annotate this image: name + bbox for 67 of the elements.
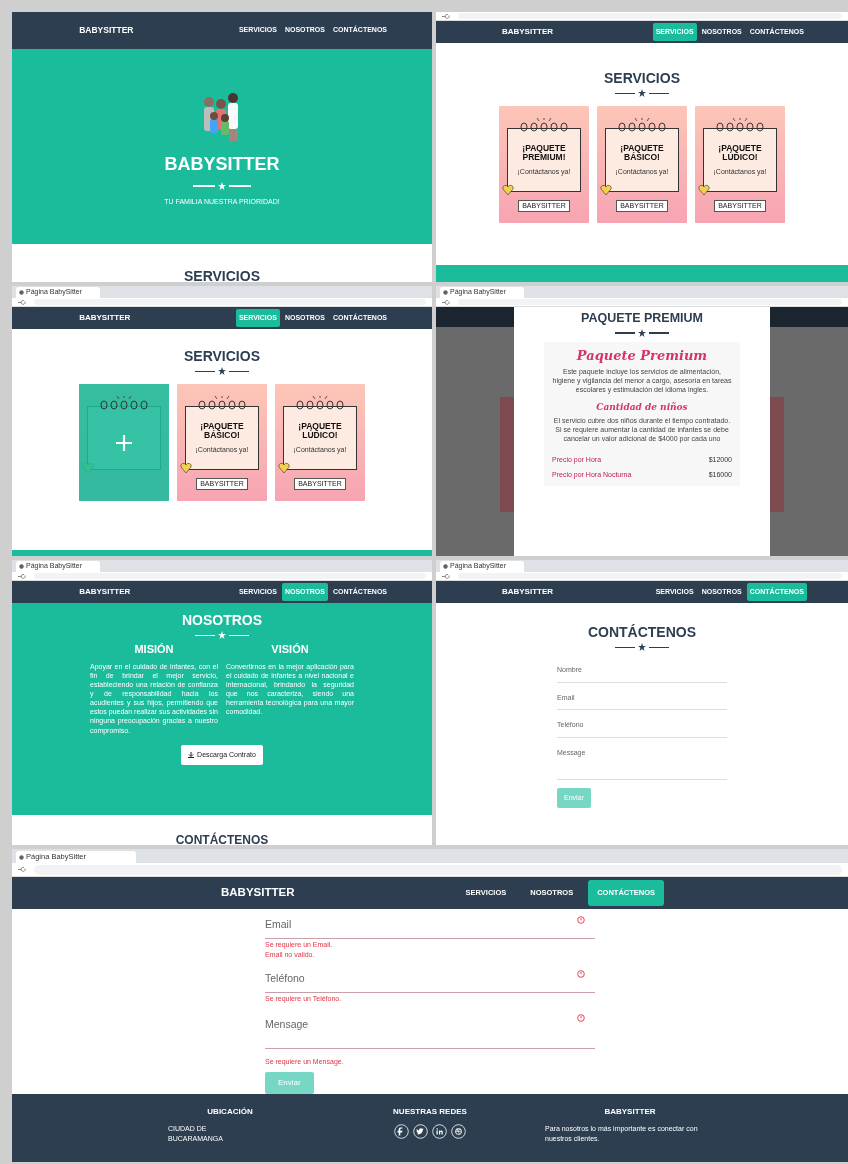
star-icon (638, 643, 646, 652)
spiral-rings-icon (195, 396, 249, 411)
card-title: ¡PAQUETE LÚDICO! (297, 421, 343, 440)
spiral-rings-icon (293, 396, 347, 411)
globe-icon (19, 290, 24, 295)
brand-logo[interactable]: BABYSITTER (221, 884, 295, 902)
heart-icon (698, 184, 710, 197)
brand-logo[interactable]: BABYSITTER (501, 586, 554, 598)
brand-logo[interactable]: BABYSITTER (79, 24, 134, 37)
spiral-rings-icon (615, 118, 669, 133)
address-bar[interactable] (34, 573, 426, 579)
input-field[interactable]: Teléfono (265, 966, 595, 993)
star-icon (218, 631, 226, 640)
star-icon (218, 367, 226, 376)
section-subtitle: Cantidad de niños (596, 400, 688, 414)
section-heading: SERVICIOS (603, 71, 681, 87)
star-icon (638, 89, 646, 98)
footer-heading: NUESTRAS REDES (393, 1105, 467, 1118)
facebook-icon[interactable] (394, 1123, 409, 1139)
brand-logo[interactable]: BABYSITTER (79, 586, 131, 598)
modal-heading: PAQUETE PREMIUM (581, 312, 703, 326)
download-icon (188, 751, 195, 758)
globe-icon (19, 564, 24, 569)
section-heading: SERVICIOS (183, 349, 261, 365)
card-title: ¡PAQUETE BÁSICO! (199, 421, 245, 440)
address-bar[interactable] (34, 299, 426, 305)
plus-icon (116, 434, 132, 451)
footer-heading: BABYSITTER (604, 1105, 656, 1118)
globe-icon (19, 854, 24, 860)
card-title: ¡PAQUETE LÚDICO! (717, 143, 763, 162)
address-bar[interactable] (458, 13, 842, 19)
error-icon (577, 916, 585, 924)
column-title: VISIÓN (271, 642, 309, 658)
spiral-rings-icon (97, 396, 151, 411)
error-icon (577, 969, 585, 978)
service-card[interactable] (79, 384, 169, 502)
hero-title: BABYSITTER (164, 153, 280, 176)
section-heading: CONTÁCTENOS (175, 833, 269, 845)
section-heading: NOSOTROS (181, 613, 263, 629)
spiral-rings-icon (713, 118, 767, 133)
error-icon (577, 1013, 585, 1022)
dribbble-icon[interactable] (451, 1123, 466, 1139)
brand-logo[interactable]: BABYSITTER (79, 312, 131, 324)
brand-logo[interactable]: BABYSITTER (501, 26, 554, 38)
star-icon (218, 182, 226, 190)
spiral-rings-icon (517, 118, 571, 133)
linkedin-icon[interactable] (432, 1123, 447, 1139)
section-heading: SERVICIOS (183, 269, 261, 282)
input-field[interactable]: Email (265, 913, 595, 939)
globe-icon (443, 564, 448, 569)
heart-icon (502, 184, 514, 197)
package-title: Paquete Premium (576, 346, 708, 365)
section-heading: CONTÁCTENOS (586, 625, 698, 641)
footer-heading: UBICACIÓN (207, 1105, 253, 1118)
address-bar[interactable] (34, 864, 842, 875)
address-bar[interactable] (458, 573, 842, 579)
column-title: MISIÓN (134, 642, 174, 658)
address-bar[interactable] (458, 299, 842, 305)
heart-icon (600, 184, 612, 197)
card-title: ¡PAQUETE PREMIUM! (521, 143, 567, 162)
card-title: ¡PAQUETE BÁSICO! (619, 143, 665, 162)
heart-icon (278, 462, 290, 475)
star-icon (638, 328, 646, 337)
message-field[interactable]: Mensage (265, 1008, 595, 1049)
globe-icon (443, 290, 448, 295)
twitter-icon[interactable] (413, 1123, 428, 1139)
heart-icon (180, 462, 192, 475)
